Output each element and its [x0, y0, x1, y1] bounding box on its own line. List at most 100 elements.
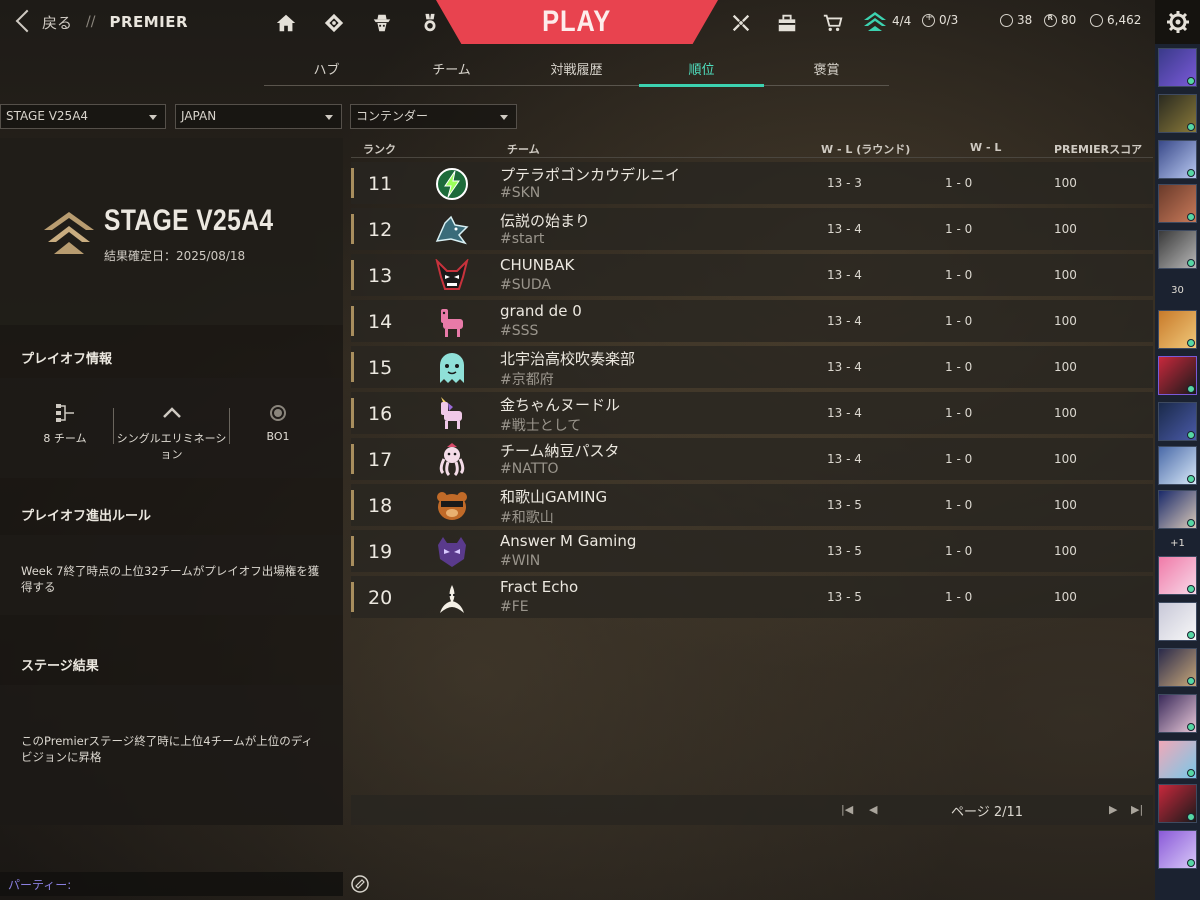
bo1-icon: [270, 405, 286, 421]
radianite-balance[interactable]: 80: [1044, 13, 1076, 27]
playoff-format-label: シングルエリミネーション: [116, 432, 227, 461]
friend-avatar[interactable]: [1158, 184, 1197, 223]
collection-icon[interactable]: [310, 6, 358, 40]
right-nav: [718, 8, 856, 38]
rank-cell: 13: [368, 265, 393, 287]
premier-progress[interactable]: 4/4: [862, 10, 911, 32]
friend-avatar[interactable]: [1158, 140, 1197, 179]
team-tag: #WIN: [500, 553, 541, 569]
back-button[interactable]: 戻る // PREMIER: [12, 8, 188, 36]
team-tag: #SUDA: [500, 277, 551, 293]
party-chat-input[interactable]: パーティー:: [8, 876, 333, 894]
team-name: チーム納豆パスタ: [500, 442, 620, 460]
tab-match-history[interactable]: 対戦履歴: [514, 58, 639, 85]
table-row[interactable]: 15 北宇治高校吹奏楽部 #京都府 13 - 4 1 - 0 100: [351, 346, 1153, 388]
tab-hub[interactable]: ハブ: [264, 58, 389, 85]
table-header: ランク チーム W - L (ラウンド) W - L PREMIERスコア: [351, 138, 1153, 158]
wl-cell: 1 - 0: [945, 544, 973, 558]
friend-avatar[interactable]: [1158, 830, 1197, 869]
play-button[interactable]: PLAY: [436, 0, 718, 44]
battlepass-icon[interactable]: [718, 8, 764, 38]
friend-avatar[interactable]: [1158, 446, 1197, 485]
friend-avatar[interactable]: [1158, 356, 1197, 395]
stage-results: このPremierステージ終了時に上位4チームが上位のディビジョンに昇格: [0, 685, 343, 825]
wl-cell: 1 - 0: [945, 222, 973, 236]
table-row[interactable]: 18 和歌山GAMING #和歌山 13 - 5 1 - 0 100: [351, 484, 1153, 526]
playoff-series-label: BO1: [266, 430, 290, 443]
region-select[interactable]: JAPAN: [175, 104, 342, 129]
table-row[interactable]: 14 grand de 0 #SSS 13 - 4 1 - 0 100: [351, 300, 1153, 342]
agents-icon[interactable]: [358, 6, 406, 40]
friend-avatar[interactable]: [1158, 490, 1197, 529]
kingdom-credits-icon: [1090, 13, 1103, 27]
table-row[interactable]: 17 チーム納豆パスタ #NATTO 13 - 4 1 - 0 100: [351, 438, 1153, 480]
store-bag-icon[interactable]: [764, 8, 810, 38]
table-row[interactable]: 20 Fract Echo #FE 13 - 5 1 - 0 100: [351, 576, 1153, 618]
tab-rewards[interactable]: 褒賞: [764, 58, 889, 85]
friend-avatar[interactable]: [1158, 48, 1197, 87]
radianite-icon: [1044, 13, 1057, 27]
friend-avatar[interactable]: [1158, 556, 1197, 595]
vp-icon: [1000, 13, 1013, 27]
online-status-icon: [1187, 123, 1195, 131]
online-status-icon: [1187, 631, 1195, 639]
team-tag: #SKN: [500, 185, 541, 201]
friend-avatar[interactable]: [1158, 602, 1197, 641]
stage-results-heading: ステージ結果: [21, 659, 99, 674]
table-row[interactable]: 11 プテラポゴンカウデルニイ #SKN 13 - 3 1 - 0 100: [351, 162, 1153, 204]
friend-avatar[interactable]: [1158, 94, 1197, 133]
settings-button[interactable]: [1155, 0, 1200, 44]
rank-cell: 11: [368, 173, 393, 195]
radianite-value: 80: [1061, 13, 1077, 27]
rounds-cell: 13 - 5: [827, 498, 862, 512]
last-page-icon[interactable]: ▶|: [1131, 803, 1143, 816]
demon-mask-emblem-icon: [435, 259, 469, 290]
table-row[interactable]: 13 CHUNBAK #SUDA 13 - 4 1 - 0 100: [351, 254, 1153, 296]
header-wl: W - L: [970, 141, 1002, 154]
home-icon[interactable]: [262, 6, 310, 40]
rank-cell: 12: [368, 219, 393, 241]
chat-tag-icon[interactable]: [350, 874, 370, 894]
friend-avatar[interactable]: [1158, 784, 1197, 823]
wl-cell: 1 - 0: [945, 406, 973, 420]
tab-standings[interactable]: 順位: [639, 58, 764, 87]
lightning-emblem-icon: [436, 168, 468, 200]
stage-select[interactable]: STAGE V25A4: [0, 104, 166, 129]
friend-avatar[interactable]: [1158, 648, 1197, 687]
wl-cell: 1 - 0: [945, 452, 973, 466]
table-row[interactable]: 12 伝説の始まり #start 13 - 4 1 - 0 100: [351, 208, 1153, 250]
friend-avatar[interactable]: [1158, 230, 1197, 269]
banana-emblem-icon: [440, 585, 464, 613]
rank-cell: 15: [368, 357, 393, 379]
friend-avatar[interactable]: [1158, 310, 1197, 349]
cart-icon[interactable]: [810, 8, 856, 38]
first-page-icon[interactable]: |◀: [841, 803, 853, 816]
friend-avatar[interactable]: [1158, 402, 1197, 441]
friend-avatar[interactable]: [1158, 740, 1197, 779]
team-tag: #SSS: [500, 323, 539, 339]
free-agent-counter[interactable]: 0/3: [922, 12, 958, 27]
playoff-teams: 8 チーム: [20, 402, 110, 462]
playoff-rules: Week 7終了時点の上位32チームがプレイオフ出場権を獲得する: [0, 535, 343, 615]
team-name: grand de 0: [500, 302, 582, 320]
ghost-emblem-icon: [440, 353, 464, 383]
friend-avatar[interactable]: [1158, 694, 1197, 733]
table-row[interactable]: 16 金ちゃんヌードル #戦士として 13 - 4 1 - 0 100: [351, 392, 1153, 434]
vp-balance[interactable]: 38: [1000, 13, 1032, 27]
tab-team[interactable]: チーム: [389, 58, 514, 85]
online-status-icon: [1187, 585, 1195, 593]
online-status-icon: [1187, 813, 1195, 821]
premier-icon: [864, 12, 886, 31]
division-select[interactable]: コンテンダー: [350, 104, 517, 129]
kingdom-credits-value: 6,462: [1107, 13, 1142, 27]
kingdom-credits-balance[interactable]: 6,462: [1090, 13, 1141, 27]
next-page-icon[interactable]: ▶: [1109, 803, 1117, 816]
bear-emblem-icon: [437, 492, 467, 520]
wl-cell: 1 - 0: [945, 498, 973, 512]
rounds-cell: 13 - 4: [827, 268, 862, 282]
prev-page-icon[interactable]: ◀: [869, 803, 877, 816]
table-row[interactable]: 19 Answer M Gaming #WIN 13 - 5 1 - 0 100: [351, 530, 1153, 572]
team-name: 和歌山GAMING: [500, 488, 608, 506]
wl-cell: 1 - 0: [945, 314, 973, 328]
rank-cell: 16: [368, 403, 393, 425]
